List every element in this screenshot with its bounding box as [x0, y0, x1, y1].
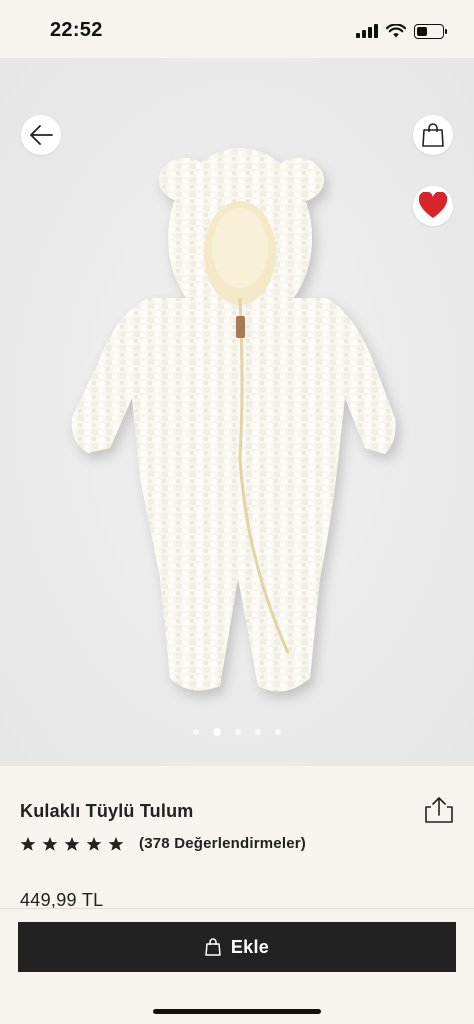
star-icon	[64, 836, 80, 851]
star-icon	[20, 836, 36, 851]
add-to-bag-label: Ekle	[230, 936, 270, 957]
arrow-left-icon	[30, 125, 53, 145]
battery-icon	[414, 23, 447, 39]
shopping-bag-button[interactable]	[413, 115, 453, 155]
back-button[interactable]	[21, 115, 61, 155]
carousel-dot[interactable]	[213, 728, 221, 736]
star-icon	[86, 836, 102, 851]
product-image[interactable]	[0, 58, 474, 766]
product-title: Kulaklı Tüylü Tulum	[20, 801, 194, 821]
product-info: Kulaklı Tüylü Tulum (378 Değerlendirmele…	[0, 766, 474, 910]
battery-level	[417, 26, 427, 36]
carousel-dot[interactable]	[275, 729, 281, 735]
star-icon	[108, 836, 124, 851]
add-to-bag-button[interactable]: Ekle	[18, 922, 456, 972]
share-button[interactable]	[422, 796, 458, 826]
share-icon	[425, 797, 453, 823]
carousel-dot[interactable]	[193, 729, 199, 735]
home-indicator	[153, 1009, 321, 1014]
status-icons	[356, 22, 447, 40]
status-bar: 22:52	[0, 0, 474, 58]
wifi-icon	[386, 23, 406, 37]
product-rating[interactable]: (378 Değerlendirmeler)	[20, 835, 306, 852]
shopping-bag-icon	[205, 938, 221, 956]
product-image-carousel[interactable]	[0, 58, 474, 766]
status-time: 22:52	[50, 19, 103, 41]
carousel-dot[interactable]	[255, 729, 261, 735]
shopping-bag-icon	[422, 123, 444, 147]
carousel-pagination[interactable]	[0, 728, 474, 736]
heart-filled-icon	[418, 192, 448, 218]
favorite-button[interactable]	[413, 186, 453, 226]
star-icon	[42, 836, 58, 851]
bottom-action-bar: Ekle	[0, 908, 474, 1024]
rating-stars	[20, 836, 124, 852]
reviews-count[interactable]: (378 Değerlendirmeler)	[139, 835, 306, 852]
cellular-signal-icon	[356, 24, 378, 38]
carousel-dot[interactable]	[235, 729, 241, 735]
